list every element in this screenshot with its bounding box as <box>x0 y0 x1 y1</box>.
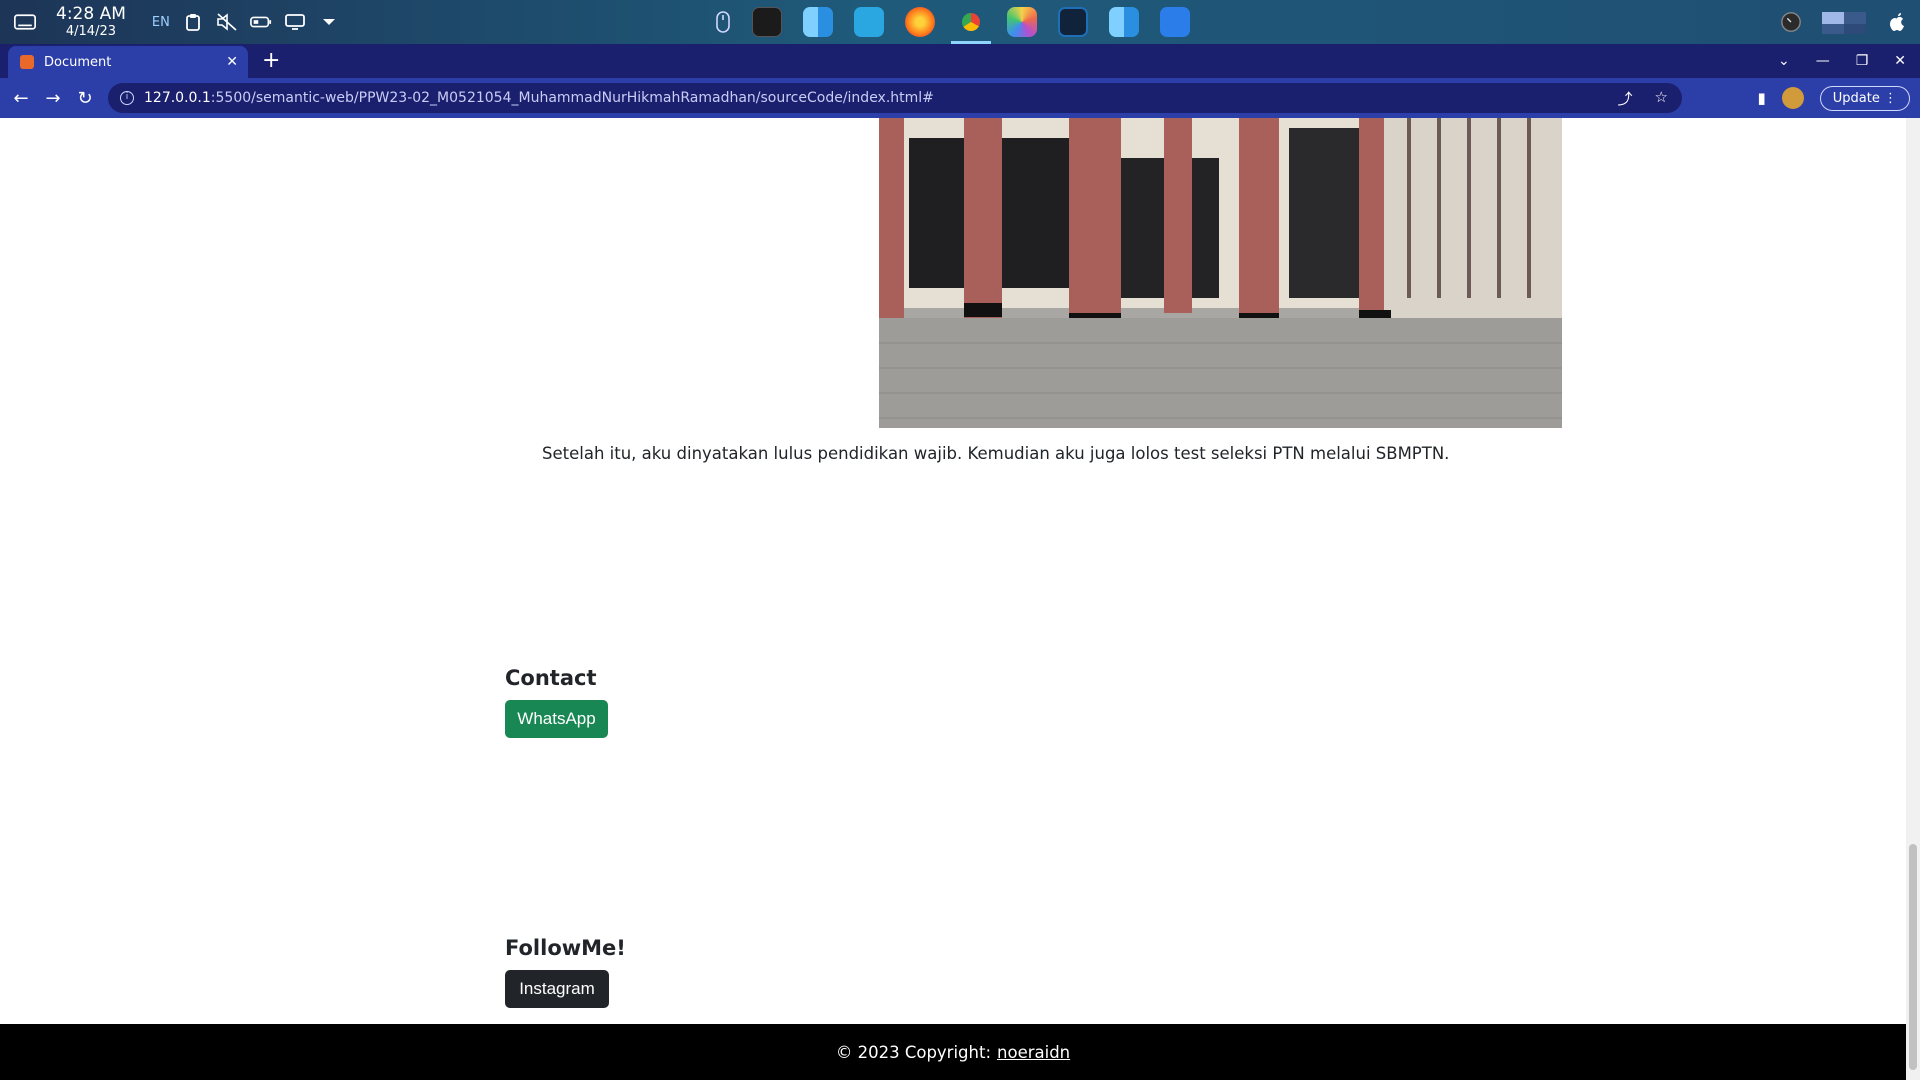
site-info-icon[interactable]: i <box>120 91 134 105</box>
url-path: :5500/semantic-web/PPW23-02_M0521054_Muh… <box>210 90 934 106</box>
mouse-icon[interactable] <box>712 11 734 33</box>
clock-date: 4/14/23 <box>65 24 116 39</box>
building-photo <box>879 118 1562 428</box>
language-indicator[interactable]: EN <box>152 15 170 30</box>
tab-search-icon[interactable]: ⌄ <box>1778 53 1790 69</box>
instagram-button[interactable]: Instagram <box>505 970 609 1008</box>
chevron-down-icon[interactable] <box>318 11 340 33</box>
update-button[interactable]: Update ⋮ <box>1819 85 1910 111</box>
volume-muted-icon[interactable] <box>216 11 238 33</box>
firefox-app-icon[interactable] <box>900 2 940 42</box>
more-menu-icon: ⋮ <box>1884 90 1897 106</box>
tab-document[interactable]: Document ✕ <box>8 46 248 78</box>
photos-app-icon[interactable] <box>1002 2 1042 42</box>
address-bar[interactable]: i 127.0.0.1:5500/semantic-web/PPW23-02_M… <box>108 83 1682 113</box>
finder-app-icon[interactable] <box>798 2 838 42</box>
share-icon[interactable]: ⤴ <box>1618 88 1633 109</box>
back-icon[interactable]: ← <box>10 88 32 109</box>
apple-icon[interactable] <box>1886 11 1908 33</box>
copyright-text: © 2023 Copyright: <box>835 1042 992 1062</box>
restore-icon[interactable]: ❐ <box>1856 53 1869 69</box>
clock-time: 4:28 AM <box>56 4 126 24</box>
story-paragraph: Setelah itu, aku dinyatakan lulus pendid… <box>542 444 1450 463</box>
followme-heading: FollowMe! <box>505 936 626 960</box>
html-file-icon <box>20 55 34 69</box>
minimize-icon[interactable]: — <box>1816 53 1830 69</box>
contact-heading: Contact <box>505 666 597 690</box>
author-link[interactable]: noeraidn <box>997 1043 1070 1062</box>
side-panel-icon[interactable]: ▮ <box>1758 89 1766 107</box>
close-tab-icon[interactable]: ✕ <box>226 54 238 70</box>
vscode-app-icon[interactable] <box>1053 2 1093 42</box>
browser-toolbar: ← → ↻ i 127.0.0.1:5500/semantic-web/PPW2… <box>0 78 1920 118</box>
bookmark-star-icon[interactable]: ☆ <box>1655 88 1668 109</box>
os-top-bar: 4:28 AM 4/14/23 EN <box>0 0 1920 44</box>
profile-avatar[interactable] <box>1781 87 1804 109</box>
whatsapp-button[interactable]: WhatsApp <box>505 700 608 738</box>
clock[interactable]: 4:28 AM 4/14/23 <box>56 4 126 39</box>
browser-tab-strip: Document ✕ + <box>0 44 1920 78</box>
chrome-app-icon[interactable] <box>951 2 991 44</box>
window-controls: ⌄ — ❐ ✕ <box>1778 44 1906 78</box>
kite-app-icon[interactable] <box>849 2 889 42</box>
close-window-icon[interactable]: ✕ <box>1894 53 1906 69</box>
dock <box>712 0 1195 44</box>
workspace-switcher-icon[interactable] <box>1822 11 1866 34</box>
forward-icon[interactable]: → <box>42 88 64 109</box>
page-footer: © 2023 Copyright: noeraidn <box>0 1024 1906 1080</box>
finder-app-2-icon[interactable] <box>1104 2 1144 42</box>
battery-icon[interactable] <box>249 11 272 33</box>
display-icon[interactable] <box>284 11 306 33</box>
update-label: Update <box>1832 90 1880 106</box>
page-viewport: Setelah itu, aku dinyatakan lulus pendid… <box>0 118 1906 1080</box>
desktop-icon[interactable] <box>14 11 36 33</box>
page-scrollbar[interactable] <box>1906 118 1920 1080</box>
speedometer-icon[interactable] <box>1780 11 1802 33</box>
scrollbar-thumb[interactable] <box>1909 844 1917 1070</box>
tab-title: Document <box>44 54 112 70</box>
wps-app-icon[interactable] <box>1155 2 1195 42</box>
url-host: 127.0.0.1 <box>144 90 211 106</box>
terminal-app-icon[interactable] <box>747 2 787 42</box>
new-tab-button[interactable]: + <box>262 48 280 74</box>
reload-icon[interactable]: ↻ <box>74 88 96 109</box>
clipboard-icon[interactable] <box>182 11 204 33</box>
